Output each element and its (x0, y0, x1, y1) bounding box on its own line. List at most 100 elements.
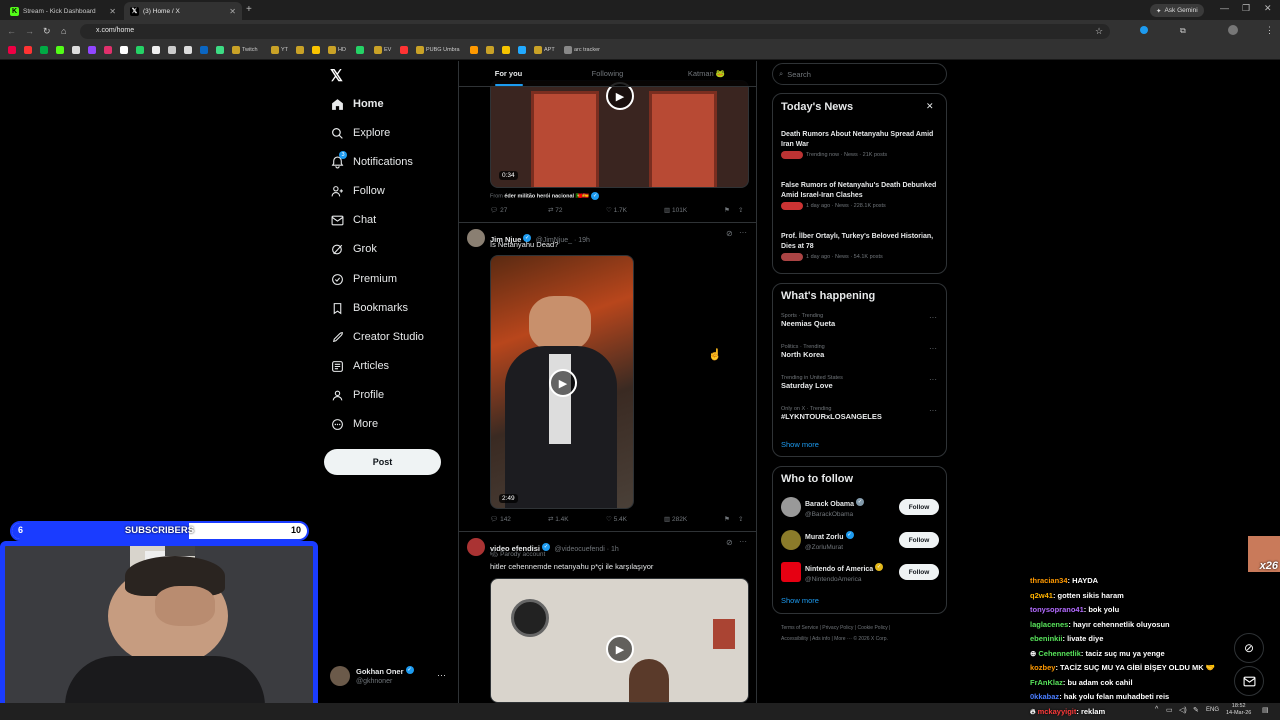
language-indicator[interactable]: ENG (1206, 707, 1219, 713)
share-icon[interactable]: ⇪ (738, 206, 743, 214)
close-icon[interactable]: ✕ (109, 7, 116, 16)
extensions-icon[interactable]: ⧉ (1180, 26, 1186, 36)
reload-icon[interactable]: ↻ (43, 26, 51, 37)
minimize-icon[interactable]: — (1220, 3, 1229, 13)
window-close-icon[interactable]: ✕ (1264, 3, 1272, 14)
nav-home[interactable]: Home (330, 92, 384, 116)
pen-icon[interactable]: ✎ (1193, 706, 1199, 714)
bookmark-arc-tracker[interactable]: arc tracker (564, 46, 600, 54)
follow-suggestion[interactable]: Murat Zorlu ✓ @ZorluMurat (805, 530, 854, 553)
news-item[interactable]: Death Rumors About Netanyahu Spread Amid… (781, 130, 941, 159)
browser-tab-kick[interactable]: K Stream - Kick Dashboard ✕ (4, 2, 122, 20)
repost-button[interactable]: ⇄ 72 (548, 206, 606, 215)
trend-item[interactable]: Only on X · Trending #LYKNTOURxLOSANGELES (781, 406, 882, 421)
volume-icon[interactable]: ◁) (1179, 706, 1187, 714)
grok-icon[interactable]: ⊘ (726, 538, 733, 547)
profile-avatar[interactable] (1228, 25, 1238, 35)
show-more-link[interactable]: Show more (781, 596, 819, 605)
post-video[interactable]: ▶ 0:34 (490, 80, 749, 188)
trend-more-icon[interactable]: ··· (929, 375, 937, 384)
new-tab-button[interactable]: + (246, 4, 252, 15)
nav-premium[interactable]: Premium (330, 267, 397, 291)
back-icon[interactable]: ← (7, 26, 16, 36)
grok-icon[interactable]: ⊘ (726, 229, 733, 238)
like-button[interactable]: ♡ 5.4K (606, 515, 664, 524)
follow-button[interactable]: Follow (899, 499, 939, 515)
repost-button[interactable]: ⇄ 1.4K (548, 515, 606, 524)
avatar[interactable] (467, 538, 485, 556)
post-more-icon[interactable]: ··· (739, 537, 747, 546)
address-bar[interactable]: x.com/home (80, 24, 1110, 39)
tab-katman[interactable]: Katman 🐸 (657, 61, 756, 86)
nav-more[interactable]: More (330, 412, 378, 436)
tab-for-you[interactable]: For you (459, 61, 558, 86)
footer-links[interactable]: Accessibility | Ads info | More ··· © 20… (781, 636, 888, 642)
nav-profile[interactable]: Profile (330, 383, 384, 407)
avatar[interactable] (781, 562, 801, 582)
bookmark-twitch[interactable]: Twitch (232, 46, 258, 54)
avatar[interactable] (467, 229, 485, 247)
bookmark-icon[interactable]: ⚑ (724, 515, 738, 523)
follow-button[interactable]: Follow (899, 564, 939, 580)
grok-icon[interactable]: ⊘ (1234, 633, 1264, 663)
play-icon[interactable]: ▶ (549, 369, 577, 397)
trend-item[interactable]: Sports · Trending Neemias Queta (781, 313, 835, 328)
news-item[interactable]: Prof. İlber Ortaylı, Turkey's Beloved Hi… (781, 232, 941, 261)
views-button[interactable]: ▥ 101K (664, 206, 724, 215)
tray-chevron-icon[interactable]: ^ (1155, 706, 1158, 713)
trend-item[interactable]: Trending in United States Saturday Love (781, 375, 843, 390)
search-input[interactable]: ⌕ Search (772, 63, 947, 85)
bookmark-pubg-umbra[interactable]: PUBG Umbra (416, 46, 460, 54)
clock[interactable]: 18:52 14-Mar-26 (1226, 703, 1251, 717)
play-icon[interactable]: ▶ (606, 635, 634, 663)
footer-links[interactable]: Terms of Service | Privacy Policy | Cook… (781, 625, 890, 631)
nav-notifications[interactable]: 3 Notifications (330, 150, 413, 174)
post-video[interactable]: ▶ 2:49 (490, 255, 634, 509)
network-icon[interactable]: ▭ (1166, 706, 1173, 714)
messages-icon[interactable] (1234, 666, 1264, 696)
account-more-icon[interactable]: ··· (437, 670, 446, 680)
avatar[interactable] (781, 497, 801, 517)
account-switcher[interactable]: Gokhan Oner ✓ @gkhnoner (330, 665, 414, 687)
trend-more-icon[interactable]: ··· (929, 344, 937, 353)
x-logo[interactable]: 𝕏 (330, 66, 343, 86)
menu-kebab-icon[interactable]: ⋮ (1265, 25, 1274, 36)
like-button[interactable]: ♡ 1.7K (606, 206, 664, 215)
browser-tab-x[interactable]: 𝕏 (3) Home / X ✕ (124, 2, 242, 20)
nav-chat[interactable]: Chat (330, 208, 376, 232)
views-button[interactable]: ▥ 282K (664, 515, 724, 524)
nav-bookmarks[interactable]: Bookmarks (330, 296, 408, 320)
forward-icon[interactable]: → (25, 26, 34, 36)
post-button[interactable]: Post (324, 449, 441, 475)
ask-gemini-button[interactable]: ✦ Ask Gemini (1150, 4, 1204, 17)
nav-grok[interactable]: Grok (330, 237, 377, 261)
nav-follow[interactable]: Follow (330, 179, 385, 203)
nav-explore[interactable]: Explore (330, 121, 390, 145)
notification-center-icon[interactable]: ▤ (1262, 706, 1269, 714)
follow-suggestion[interactable]: Barack Obama ✓ @BarackObama (805, 497, 865, 520)
nav-articles[interactable]: Articles (330, 354, 389, 378)
home-browser-icon[interactable]: ⌂ (61, 26, 66, 36)
extension-icon[interactable] (1140, 26, 1148, 34)
bookmark-ev[interactable]: EV (374, 46, 391, 54)
bookmark-hd[interactable]: HD (328, 46, 346, 54)
follow-button[interactable]: Follow (899, 532, 939, 548)
trend-more-icon[interactable]: ··· (929, 313, 937, 322)
post-video[interactable]: ▶ (490, 578, 749, 703)
maximize-icon[interactable]: ❐ (1242, 3, 1250, 14)
star-icon[interactable]: ☆ (1095, 26, 1103, 37)
trend-item[interactable]: Politics · Trending North Korea (781, 344, 825, 359)
reply-button[interactable]: 💬︎ 142 (490, 515, 548, 524)
trend-more-icon[interactable]: ··· (929, 406, 937, 415)
close-icon[interactable]: ✕ (229, 7, 236, 16)
reply-button[interactable]: 💬︎ 27 (490, 206, 548, 215)
bookmark-apt[interactable]: APT (534, 46, 555, 54)
follow-suggestion[interactable]: Nintendo of America ✓ @NintendoAmerica (805, 562, 884, 585)
show-more-link[interactable]: Show more (781, 440, 819, 449)
nav-creator-studio[interactable]: Creator Studio (330, 325, 424, 349)
tab-following[interactable]: Following (558, 61, 657, 86)
share-icon[interactable]: ⇪ (738, 515, 743, 523)
news-item[interactable]: False Rumors of Netanyahu's Death Debunk… (781, 181, 941, 210)
close-icon[interactable]: ✕ (926, 101, 934, 112)
bookmark-yt[interactable]: YT (271, 46, 288, 54)
